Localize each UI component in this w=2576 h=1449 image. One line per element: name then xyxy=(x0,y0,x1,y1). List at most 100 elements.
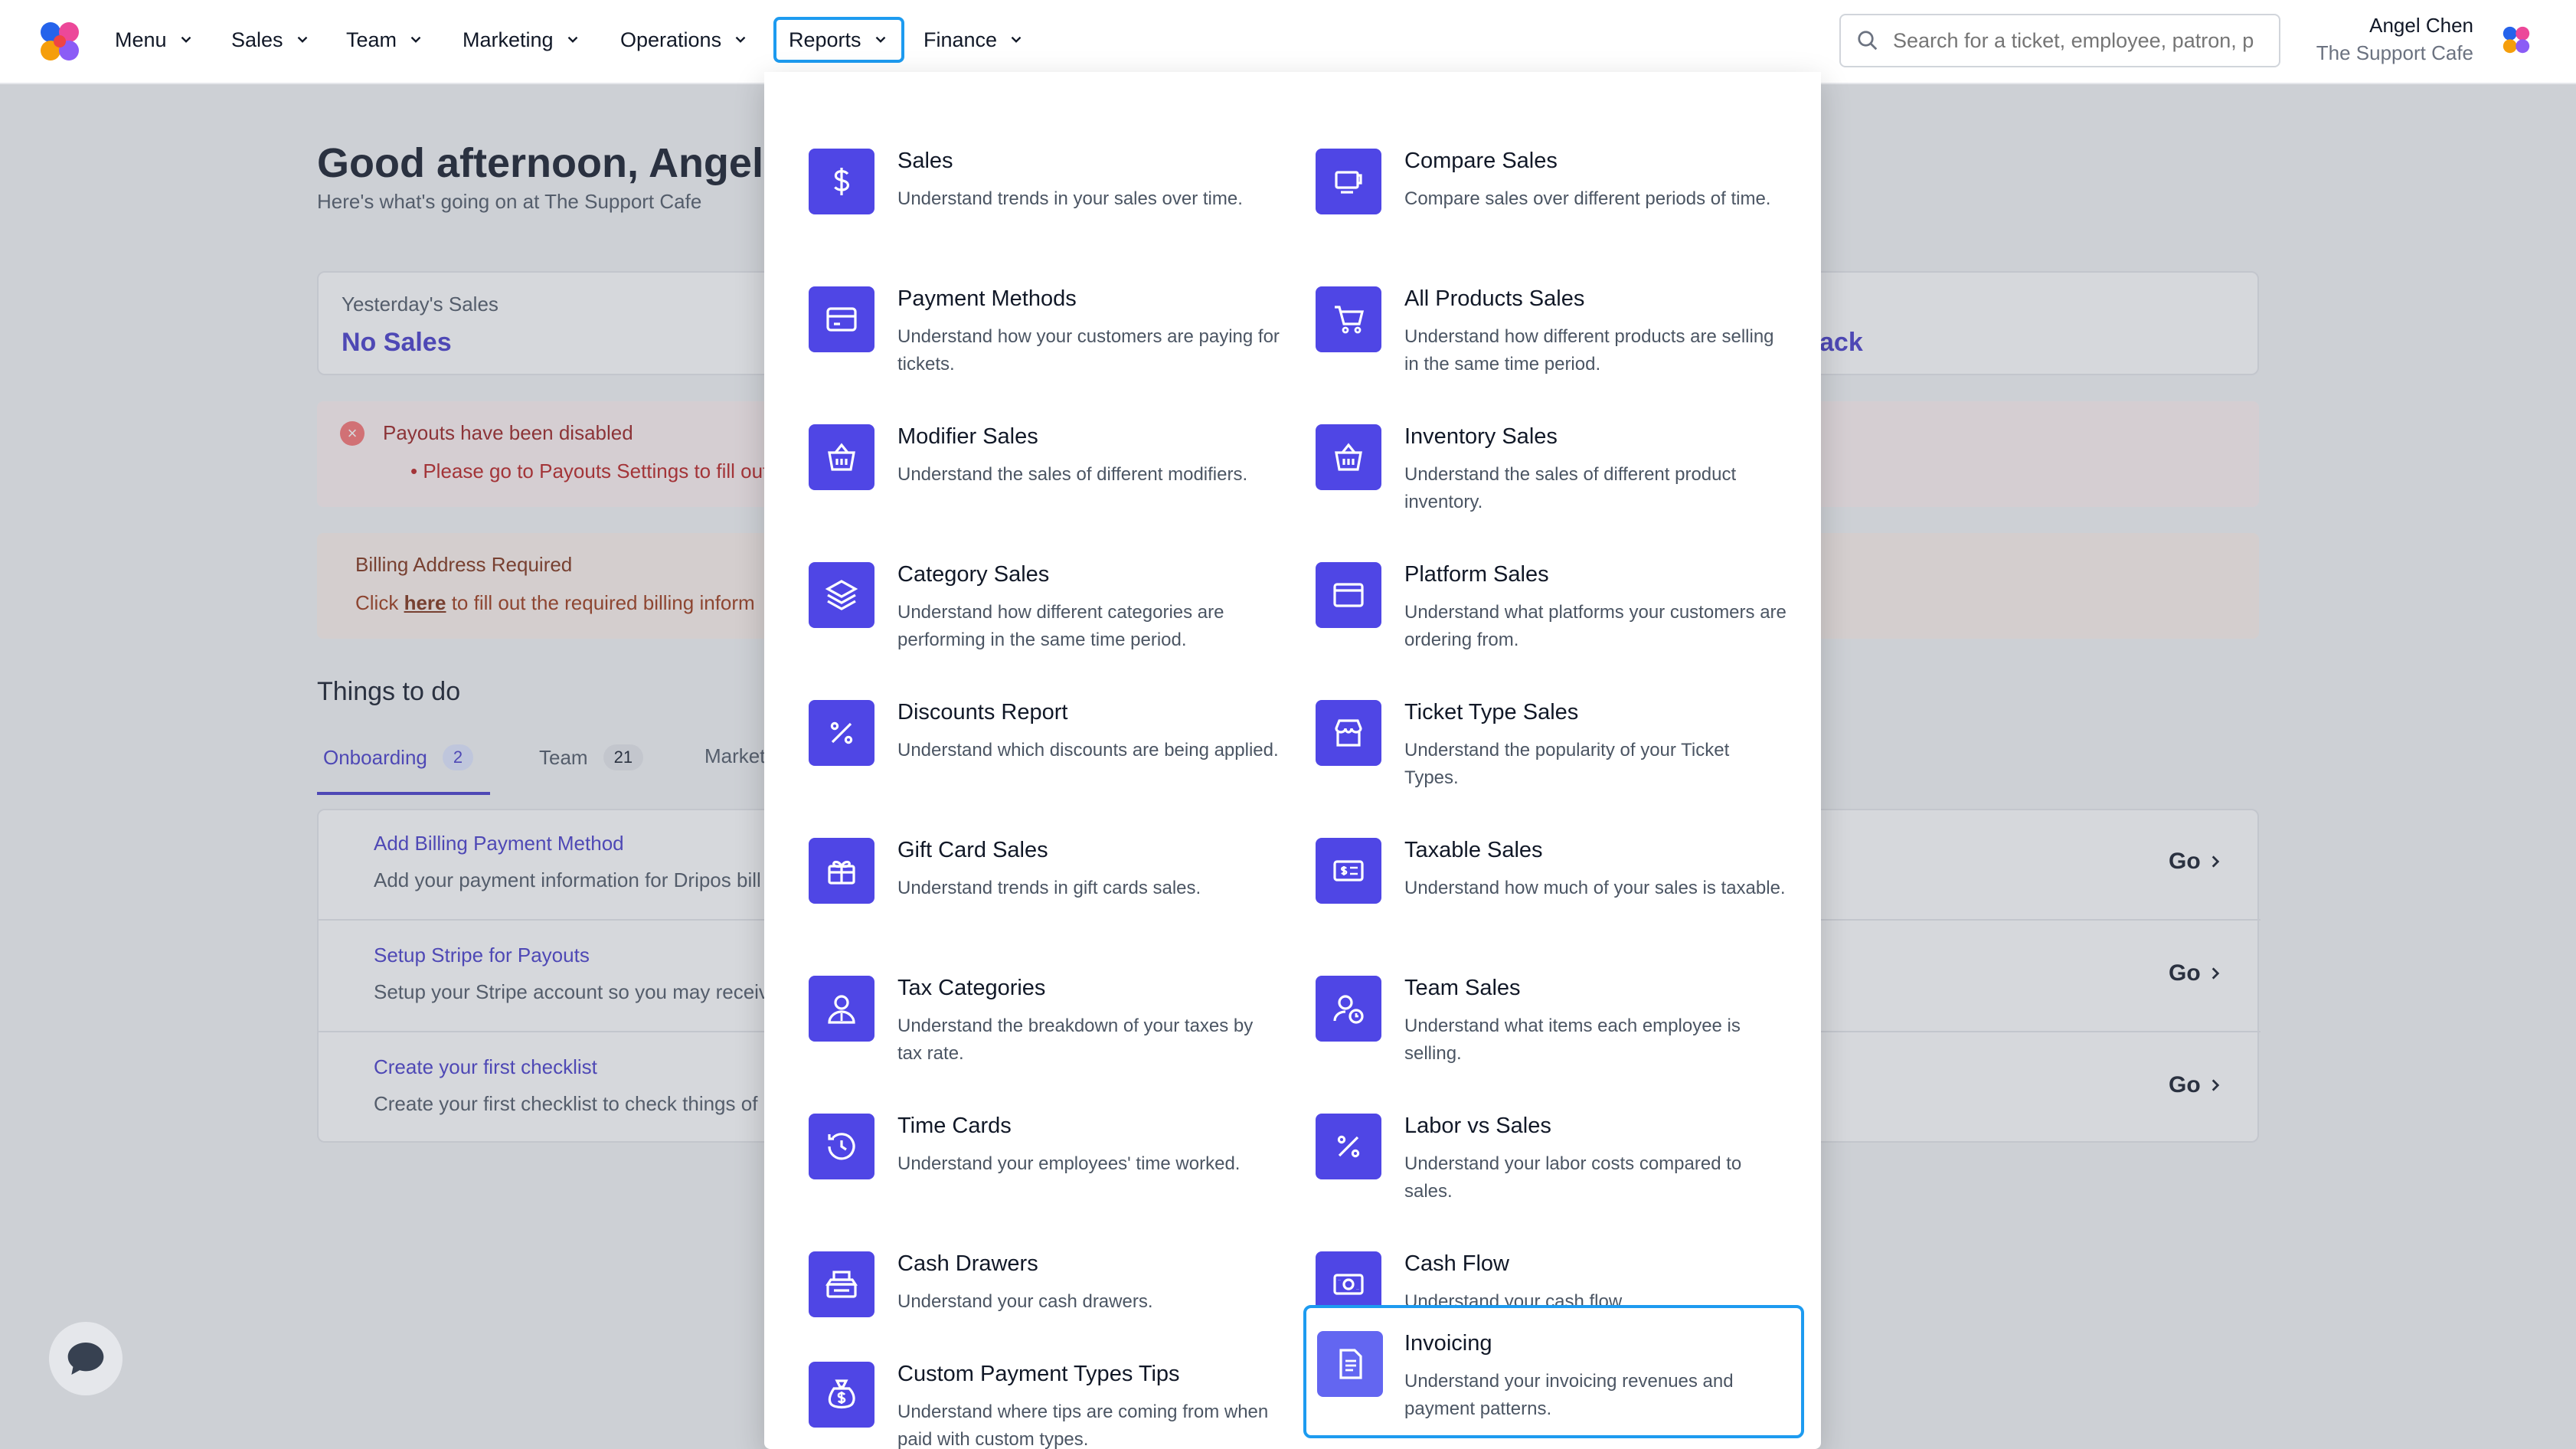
report-description: Understand how your customers are paying… xyxy=(897,326,1280,375)
report-title: Tax Categories xyxy=(897,976,1046,1000)
basket-icon xyxy=(1316,424,1381,490)
report-title: Taxable Sales xyxy=(1404,838,1543,862)
report-item-sales[interactable]: Sales Understand trends in your sales ov… xyxy=(764,103,1270,233)
report-item-payment-methods[interactable]: Payment Methods Understand how your cust… xyxy=(764,240,1280,375)
report-item-platform-sales[interactable]: Platform Sales Understand what platforms… xyxy=(1271,516,1787,650)
report-title: Platform Sales xyxy=(1404,562,1549,587)
chevron-down-icon xyxy=(875,36,885,43)
register-icon xyxy=(809,1251,874,1317)
report-item-invoicing[interactable]: Invoicing Understand your invoicing reve… xyxy=(1303,1305,1804,1438)
app-logo-icon[interactable] xyxy=(35,17,84,66)
report-description: Understand the sales of different modifi… xyxy=(897,464,1248,485)
report-description: Understand what platforms your customers… xyxy=(1404,602,1787,650)
report-description: Understand what items each employee is s… xyxy=(1404,1016,1741,1064)
report-title: Invoicing xyxy=(1404,1331,1492,1356)
chevron-down-icon xyxy=(1011,36,1022,43)
report-description: Understand your employees' time worked. xyxy=(897,1153,1241,1174)
report-item-custom-payment-types-tips[interactable]: Custom Payment Types Tips Understand whe… xyxy=(764,1316,1270,1449)
report-title: Time Cards xyxy=(897,1114,1012,1138)
percent-icon xyxy=(1316,1114,1381,1179)
global-search[interactable] xyxy=(1839,14,2280,67)
layers-icon xyxy=(809,562,874,628)
user-name[interactable]: Angel Chen xyxy=(2369,14,2473,38)
report-item-modifier-sales[interactable]: Modifier Sales Understand the sales of d… xyxy=(764,378,1270,509)
store-icon xyxy=(1316,700,1381,766)
nav-sales[interactable]: Sales xyxy=(219,17,323,63)
nav-menu-label: Menu xyxy=(115,28,167,51)
nav-sales-label: Sales xyxy=(231,28,283,51)
report-description: Understand how much of your sales is tax… xyxy=(1404,878,1786,898)
nav-team[interactable]: Team xyxy=(334,17,436,63)
dollar-icon xyxy=(809,149,874,214)
report-description: Understand the popularity of your Ticket… xyxy=(1404,740,1730,788)
browser-icon xyxy=(1316,562,1381,628)
report-title: Sales xyxy=(897,149,953,173)
reports-dropdown-menu: Sales Understand trends in your sales ov… xyxy=(764,72,1821,1449)
report-title: All Products Sales xyxy=(1404,286,1585,311)
report-item-labor-vs-sales[interactable]: Labor vs Sales Understand your labor cos… xyxy=(1271,1068,1777,1202)
user-tax-icon xyxy=(809,976,874,1042)
report-item-compare-sales[interactable]: Compare Sales Compare sales over differe… xyxy=(1271,103,1777,233)
nav-menu[interactable]: Menu xyxy=(103,17,207,63)
report-title: Cash Drawers xyxy=(897,1251,1038,1276)
report-item-time-cards[interactable]: Time Cards Understand your employees' ti… xyxy=(764,1068,1270,1198)
report-item-tax-categories[interactable]: Tax Categories Understand the breakdown … xyxy=(764,930,1270,1064)
nav-team-label: Team xyxy=(346,28,397,51)
search-icon xyxy=(1858,31,1878,51)
percent-icon xyxy=(809,700,874,766)
report-item-taxable-sales[interactable]: Taxable Sales Understand how much of you… xyxy=(1271,792,1786,922)
organization-logo-icon[interactable] xyxy=(2499,23,2533,57)
report-item-all-products-sales[interactable]: All Products Sales Understand how differ… xyxy=(1271,240,1777,375)
report-title: Team Sales xyxy=(1404,976,1521,1000)
report-description: Understand the sales of different produc… xyxy=(1404,464,1737,512)
report-title: Payment Methods xyxy=(897,286,1077,311)
report-item-category-sales[interactable]: Category Sales Understand how different … xyxy=(764,516,1270,650)
nav-operations[interactable]: Operations xyxy=(608,17,761,63)
nav-operations-label: Operations xyxy=(620,28,722,51)
report-item-inventory-sales[interactable]: Inventory Sales Understand the sales of … xyxy=(1271,378,1777,512)
report-description: Understand where tips are coming from wh… xyxy=(897,1402,1269,1449)
report-description: Understand the breakdown of your taxes b… xyxy=(897,1016,1254,1064)
report-item-gift-card-sales[interactable]: Gift Card Sales Understand trends in gif… xyxy=(764,792,1270,922)
cart-icon xyxy=(1316,286,1381,352)
nav-reports[interactable]: Reports xyxy=(773,17,904,63)
nav-marketing[interactable]: Marketing xyxy=(450,17,593,63)
chat-button[interactable] xyxy=(49,1322,123,1395)
money-bag-icon xyxy=(809,1362,874,1428)
chevron-down-icon xyxy=(181,36,191,43)
report-title: Discounts Report xyxy=(897,700,1068,724)
nav-finance[interactable]: Finance xyxy=(911,17,1037,63)
user-organization[interactable]: The Support Cafe xyxy=(2316,41,2473,65)
report-description: Compare sales over different periods of … xyxy=(1404,188,1771,209)
chat-bubble-icon xyxy=(67,1343,104,1375)
report-item-discounts-report[interactable]: Discounts Report Understand which discou… xyxy=(764,654,1279,784)
invoice-icon xyxy=(1317,1331,1383,1397)
report-description: Understand your labor costs compared to … xyxy=(1404,1153,1742,1202)
report-description: Understand how different products are se… xyxy=(1404,326,1774,375)
chevron-down-icon xyxy=(410,36,421,43)
search-input[interactable] xyxy=(1893,28,2261,53)
report-item-ticket-type-sales[interactable]: Ticket Type Sales Understand the popular… xyxy=(1271,654,1777,788)
user-clock-icon xyxy=(1316,976,1381,1042)
cup-icon xyxy=(1316,149,1381,214)
report-title: Labor vs Sales xyxy=(1404,1114,1551,1138)
report-title: Custom Payment Types Tips xyxy=(897,1362,1180,1386)
report-title: Category Sales xyxy=(897,562,1050,587)
nav-marketing-label: Marketing xyxy=(463,28,554,51)
gift-icon xyxy=(809,838,874,904)
report-title: Compare Sales xyxy=(1404,149,1558,173)
report-title: Modifier Sales xyxy=(897,424,1038,449)
report-title: Cash Flow xyxy=(1404,1251,1509,1276)
report-description: Understand how different categories are … xyxy=(897,602,1224,650)
basket-icon xyxy=(809,424,874,490)
nav-reports-label: Reports xyxy=(789,28,861,51)
report-title: Gift Card Sales xyxy=(897,838,1048,862)
report-description: Understand your cash drawers. xyxy=(897,1291,1153,1312)
report-description: Understand trends in your sales over tim… xyxy=(897,188,1243,209)
report-item-team-sales[interactable]: Team Sales Understand what items each em… xyxy=(1271,930,1777,1064)
chevron-down-icon xyxy=(567,36,577,43)
credit-card-icon xyxy=(809,286,874,352)
nav-finance-label: Finance xyxy=(924,28,998,51)
report-description: Understand your invoicing revenues and p… xyxy=(1404,1371,1734,1419)
chevron-down-icon xyxy=(735,36,746,43)
